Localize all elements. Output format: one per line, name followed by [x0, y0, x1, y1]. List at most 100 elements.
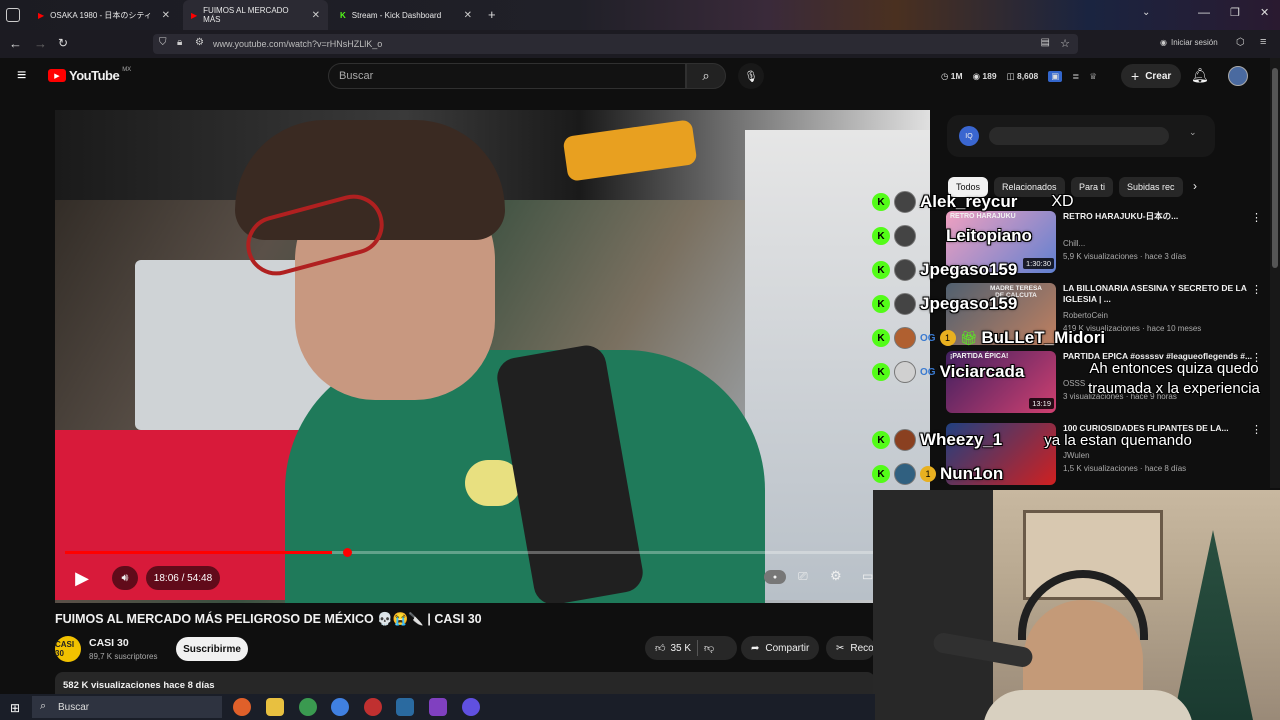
queue-icon[interactable]: ≣	[1072, 71, 1079, 82]
clip-button[interactable]: ✂ Reco	[826, 636, 875, 660]
minimize-icon[interactable]: —	[1198, 5, 1210, 19]
video-title: FUIMOS AL MERCADO MÁS PELIGROSO DE MÉXIC…	[55, 612, 482, 626]
more-options-icon[interactable]: ⋮	[1251, 283, 1262, 296]
search-button[interactable]: ⌕	[686, 63, 726, 89]
extensions-icon[interactable]: ⬡	[1236, 37, 1245, 48]
hamburger-menu-icon[interactable]: ≡	[17, 67, 26, 85]
kick-badge-icon: K	[872, 465, 890, 483]
close-window-icon[interactable]: ✕	[1260, 6, 1269, 19]
og-badge-icon: OG	[920, 332, 936, 344]
more-options-icon[interactable]: ⋮	[1251, 423, 1262, 436]
tab-list-icon[interactable]	[6, 8, 20, 22]
browser-tab-bar: ▶ OSAKA 1980 - 日本のシティ ✕ ▶ FUIMOS AL MERC…	[0, 0, 1280, 30]
kick-badge-icon: K	[872, 193, 890, 211]
avatar[interactable]	[1228, 66, 1248, 86]
progress-played	[65, 551, 333, 554]
page-scrollbar[interactable]	[1270, 58, 1280, 488]
youtube-play-icon: ▶	[48, 69, 66, 82]
microphone-icon: 🎙︎	[744, 70, 758, 83]
app-c-icon[interactable]	[331, 698, 349, 716]
play-button[interactable]: ▶	[66, 564, 98, 592]
christmas-tree	[1173, 530, 1253, 720]
youtube-favicon-icon: ▶	[38, 10, 45, 20]
extension-icon[interactable]: ▣	[1048, 71, 1063, 82]
extension-logo-icon: IQ	[959, 126, 979, 146]
account-icon: ◉	[1160, 38, 1167, 47]
file-explorer-icon[interactable]	[266, 698, 284, 716]
lock-icon: 🔒︎	[177, 37, 183, 48]
autoplay-toggle[interactable]: ●	[764, 570, 786, 584]
chevron-right-icon[interactable]: ›	[1193, 179, 1197, 193]
og-badge-icon: OG	[920, 366, 936, 378]
dislike-button[interactable]: 👎︎	[704, 642, 714, 654]
chip-para-ti[interactable]: Para ti	[1071, 177, 1114, 197]
more-options-icon[interactable]: ⋮	[1251, 211, 1262, 224]
address-bar[interactable]: ⛉ 🔒︎ ⚙︎ www.youtube.com/watch?v=rHNsHZLl…	[153, 34, 1078, 54]
user-avatar	[894, 225, 916, 247]
close-icon[interactable]: ✕	[312, 10, 320, 21]
channel-name[interactable]: CASI 30	[89, 637, 129, 649]
channel-avatar[interactable]: CASI 30	[55, 636, 81, 662]
scrollbar-thumb[interactable]	[1272, 68, 1278, 268]
video-player[interactable]	[55, 110, 930, 603]
tab-osaka[interactable]: ▶ OSAKA 1980 - 日本のシティ ✕	[30, 0, 178, 30]
forward-icon[interactable]: →	[34, 36, 47, 51]
subscribe-button[interactable]: Suscribirme	[176, 637, 248, 661]
new-tab-icon[interactable]: +	[488, 7, 496, 22]
time-display: 18:06 / 54:48	[146, 566, 220, 590]
kick-badge-icon: K	[872, 363, 890, 381]
reader-icon[interactable]: ▤	[1041, 37, 1050, 48]
stream-app-icon[interactable]	[429, 698, 447, 716]
notifications-bell-icon[interactable]: 🔔︎	[1191, 67, 1209, 84]
create-button[interactable]: + Crear	[1121, 64, 1182, 88]
voice-search-button[interactable]: 🎙︎	[738, 63, 764, 89]
close-icon[interactable]: ✕	[162, 10, 170, 21]
chat-message: K 1 Nun1on	[872, 459, 1003, 489]
obs-icon[interactable]	[364, 698, 382, 716]
chrome-icon[interactable]	[299, 698, 317, 716]
discord-icon[interactable]	[462, 698, 480, 716]
user-avatar	[894, 259, 916, 281]
share-button[interactable]: ➦ Compartir	[741, 636, 820, 660]
menu-icon[interactable]: ≡	[1260, 36, 1266, 48]
scrubber-handle[interactable]	[343, 548, 352, 557]
youtube-logo[interactable]: ▶ YouTube MX	[48, 67, 131, 83]
chair	[873, 490, 993, 720]
permissions-icon: ⚙︎	[195, 37, 204, 48]
thumbs-down-icon: 👎︎	[704, 643, 715, 654]
steam-icon[interactable]	[396, 698, 414, 716]
reload-icon[interactable]: ↻	[58, 36, 68, 50]
search-input[interactable]: Buscar	[328, 63, 686, 89]
chevron-down-icon[interactable]: ⌄	[1189, 127, 1197, 138]
user-avatar	[894, 191, 916, 213]
stat-viewers: ◷ 1M	[941, 71, 963, 81]
extension-stats: ◷ 1M ◉ 189 ◫ 8,608 ▣ ≣ ♕	[941, 71, 1097, 82]
kick-badge-icon: K	[872, 227, 890, 245]
chip-subidas[interactable]: Subidas rec	[1119, 177, 1183, 197]
maximize-icon[interactable]: ❐	[1230, 6, 1240, 19]
bookmark-star-icon[interactable]: ☆	[1060, 37, 1070, 50]
close-icon[interactable]: ✕	[464, 10, 472, 21]
kick-badge-icon: K	[872, 431, 890, 449]
taskbar-search[interactable]: ⌕ Buscar	[32, 696, 222, 718]
back-icon[interactable]: ←	[9, 36, 22, 51]
miniplayer-icon[interactable]: ▭	[862, 569, 873, 583]
video-progress-bar[interactable]	[65, 551, 875, 554]
signin-link[interactable]: ◉ Iniciar sesión	[1160, 38, 1218, 47]
subtitles-icon[interactable]: ⎚	[798, 569, 808, 584]
chevron-down-icon[interactable]: ⌄	[1142, 7, 1150, 18]
like-button[interactable]: 👍︎ 35 K	[655, 642, 691, 655]
extension-tabs[interactable]	[989, 127, 1169, 145]
mute-button[interactable]: 🔊︎	[112, 566, 138, 590]
windows-start-icon[interactable]: ⊞	[10, 701, 20, 715]
firefox-icon[interactable]	[233, 698, 251, 716]
tab-kick[interactable]: K Stream - Kick Dashboard ✕	[332, 0, 480, 30]
chat-message: K OG Viciarcada	[872, 357, 1024, 387]
webcam-overlay	[873, 490, 1280, 720]
trophy-icon[interactable]: ♕	[1089, 71, 1097, 82]
user-avatar	[894, 327, 916, 349]
settings-gear-icon[interactable]: ⚙︎	[830, 568, 842, 584]
search-icon: ⌕	[40, 700, 47, 712]
tab-fuimos[interactable]: ▶ FUIMOS AL MERCADO MÁS ✕	[183, 0, 328, 30]
chat-message: K Alek_reycur XD	[872, 187, 1074, 217]
